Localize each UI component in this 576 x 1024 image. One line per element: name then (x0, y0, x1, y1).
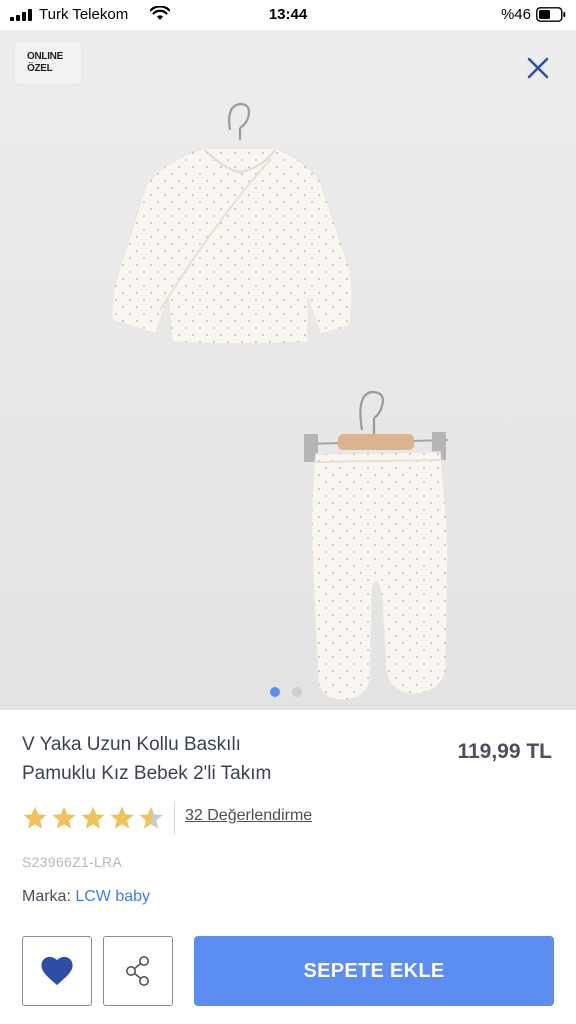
product-title-line-1: V Yaka Uzun Kollu Baskılı (22, 734, 241, 755)
product-photo (111, 102, 449, 701)
product-detail-screen: Turk Telekom 13:44 %46 ONLINE ÖZEL V Yak… (0, 0, 576, 1024)
status-bar: Turk Telekom 13:44 %46 (0, 0, 576, 30)
close-icon[interactable] (526, 56, 550, 80)
product-sku: S23966Z1-LRA (22, 854, 123, 870)
share-icon (126, 956, 149, 986)
rating-row: 32 Değerlendirme (22, 801, 422, 835)
product-price: 119,99 TL (457, 740, 552, 763)
star-icon (52, 806, 76, 829)
carousel-dot[interactable] (292, 687, 302, 697)
brand-row: Marka: LCW baby (22, 888, 150, 906)
star-icon (23, 806, 47, 829)
brand-link[interactable]: LCW baby (75, 888, 150, 905)
battery-percent: %46 (500, 6, 531, 23)
product-title: V Yaka Uzun Kollu Baskılı Pamuklu Kız Be… (22, 730, 342, 788)
battery-icon (536, 7, 566, 22)
heart-icon (41, 956, 73, 986)
reviews-link[interactable]: 32 Değerlendirme (185, 807, 312, 825)
badge-line-1: ONLINE (27, 51, 63, 62)
online-exclusive-badge: ONLINE ÖZEL (15, 42, 81, 84)
badge-line-2: ÖZEL (27, 63, 53, 74)
star-icon (81, 806, 105, 829)
carousel-indicator (270, 687, 310, 699)
favorite-button[interactable] (22, 936, 92, 1006)
star-icon (110, 806, 134, 829)
product-image-gallery[interactable]: ONLINE ÖZEL (0, 30, 576, 710)
product-title-line-2: Pamuklu Kız Bebek 2'li Takım (22, 763, 272, 784)
clock: 13:44 (268, 6, 308, 23)
share-button[interactable] (103, 936, 173, 1006)
brand-label: Marka: (22, 888, 76, 905)
half-star-icon (139, 806, 163, 829)
add-to-cart-button[interactable]: SEPETE EKLE (194, 936, 554, 1006)
carousel-dot-active[interactable] (270, 687, 280, 697)
rating-divider (174, 801, 175, 835)
